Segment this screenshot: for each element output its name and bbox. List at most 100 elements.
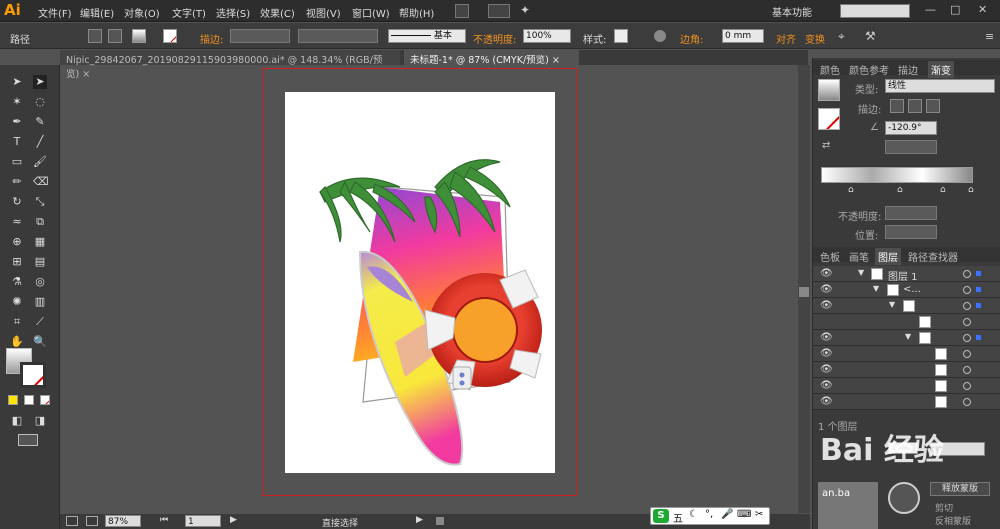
scale-tool-icon[interactable]: ⤡ (33, 195, 47, 209)
variable-width-profile[interactable] (298, 29, 378, 43)
group-name[interactable]: <... (903, 284, 921, 295)
workspace-switcher[interactable]: 基本功能 (772, 4, 812, 19)
magic-wand-icon[interactable]: ✶ (10, 95, 24, 109)
selection-indicator[interactable] (976, 303, 981, 308)
expand-arrow-icon[interactable]: ▼ (889, 300, 895, 309)
screen-mode-icon[interactable] (18, 434, 38, 446)
free-transform-icon[interactable]: ⧉ (33, 215, 47, 229)
first-artboard-icon[interactable]: ⏮ (160, 515, 168, 525)
ime-keyboard-icon[interactable]: ⌨ (737, 509, 751, 520)
menu-file[interactable]: 文件(F) (38, 5, 72, 20)
invert-mask-checkbox[interactable]: 反相蒙版 (935, 514, 971, 527)
tab-brushes[interactable]: 画笔 (846, 248, 872, 265)
minimize-icon[interactable]: — (925, 3, 936, 16)
stroke-label[interactable]: 描边: (200, 31, 223, 46)
line-tool-icon[interactable]: ╱ (33, 135, 47, 149)
layer-row[interactable]: 👁 (813, 346, 1000, 362)
pencil-tool-icon[interactable]: ✏ (10, 175, 24, 189)
corner-label[interactable]: 边角: (680, 31, 703, 46)
layer-row[interactable]: 👁 (813, 362, 1000, 378)
crosshair-icon[interactable]: ⌖ (838, 29, 845, 44)
menu-edit[interactable]: 编辑(E) (80, 5, 114, 20)
shape-builder-icon[interactable]: ⊕ (10, 235, 24, 249)
ime-logo-icon[interactable]: S (653, 509, 669, 523)
menu-help[interactable]: 帮助(H) (399, 5, 434, 20)
ime-moon-icon[interactable]: ☾ (689, 509, 698, 520)
reverse-gradient-icon[interactable]: ⇄ (822, 140, 830, 151)
zoom-tool-icon[interactable]: 🔍 (33, 335, 47, 349)
tab-swatches[interactable]: 色板 (817, 248, 843, 265)
pen-tool-icon[interactable]: ✒ (10, 115, 24, 129)
selection-tool-icon[interactable]: ➤ (10, 75, 24, 89)
expand-arrow-icon[interactable]: ▼ (905, 332, 911, 341)
artboard-tool-icon[interactable]: ⌗ (10, 315, 24, 329)
ime-punct-icon[interactable]: °, (705, 509, 713, 520)
curvature-tool-icon[interactable]: ✎ (33, 115, 47, 129)
gradient-tool-icon[interactable]: ▤ (33, 255, 47, 269)
tab-layers[interactable]: 图层 (875, 248, 901, 265)
sync-icon[interactable]: ✦ (520, 3, 530, 17)
layer-row[interactable] (813, 314, 1000, 330)
zoom-field[interactable]: 87% (105, 515, 141, 527)
stroke-within-icon[interactable] (890, 99, 904, 113)
gradient-stop-4[interactable]: ⌂ (968, 185, 974, 195)
align-label[interactable]: 对齐 (776, 31, 796, 46)
menu-type[interactable]: 文字(T) (172, 5, 206, 20)
tab-gradient[interactable]: 渐变 (928, 61, 954, 78)
transform-label[interactable]: 变换 (805, 31, 825, 46)
tab-color[interactable]: 颜色 (817, 61, 843, 78)
aspect-ratio-field[interactable] (885, 140, 937, 154)
gradient-type-select[interactable]: 线性 (885, 79, 995, 93)
expand-arrow-icon[interactable]: ▼ (858, 268, 864, 277)
menu-select[interactable]: 选择(S) (216, 5, 250, 20)
target-icon[interactable] (963, 366, 971, 374)
paintbrush-icon[interactable]: 🖌 (33, 155, 47, 169)
opacity-field[interactable]: 100% (523, 29, 571, 43)
layer-row[interactable]: 👁 (813, 394, 1000, 410)
tab-color-guide[interactable]: 颜色参考 (846, 61, 892, 78)
tab-stroke[interactable]: 描边 (895, 61, 921, 78)
status-scroll-left[interactable] (436, 517, 444, 525)
edit-path-icon[interactable] (88, 29, 102, 43)
warp-tool-icon[interactable]: ≈ (10, 215, 24, 229)
menu-window[interactable]: 窗口(W) (352, 5, 390, 20)
menu-effect[interactable]: 效果(C) (260, 5, 295, 20)
eye-icon[interactable]: 👁 (820, 268, 833, 279)
layer-row[interactable]: 👁 ▼ (813, 298, 1000, 314)
selection-indicator[interactable] (976, 335, 981, 340)
stroke-color-box[interactable] (20, 362, 46, 388)
target-icon[interactable] (963, 318, 971, 326)
clip-checkbox[interactable]: 剪切 (935, 501, 953, 514)
gradient-stop-3[interactable]: ⌂ (940, 185, 946, 195)
eye-icon[interactable]: 👁 (820, 364, 833, 375)
arrange-documents-icon[interactable] (488, 4, 510, 18)
release-mask-button[interactable]: 释放蒙版 (930, 482, 990, 496)
layer-name[interactable]: 图层 1 (888, 268, 918, 283)
target-icon[interactable] (963, 302, 971, 310)
graphic-style-swatch[interactable] (614, 29, 628, 43)
direct-selection-tool-icon[interactable]: ➤ (33, 75, 47, 89)
close-tab-icon[interactable]: × (552, 55, 560, 66)
gradient-preview-swatch[interactable] (818, 79, 840, 101)
export-icon[interactable] (86, 516, 98, 526)
layer-row[interactable]: 👁 (813, 378, 1000, 394)
gradient-stop-1[interactable]: ⌂ (848, 185, 854, 195)
eyedropper-icon[interactable]: ⚗ (10, 275, 24, 289)
hand-tool-icon[interactable]: ✋ (10, 335, 24, 349)
menu-object[interactable]: 对象(O) (124, 5, 160, 20)
gradient-stroke-swatch[interactable] (818, 108, 840, 130)
symbol-sprayer-icon[interactable]: ✺ (10, 295, 24, 309)
target-icon[interactable] (963, 350, 971, 358)
link-icon[interactable] (888, 482, 920, 514)
none-mode-icon[interactable] (40, 395, 50, 405)
next-artboard-icon[interactable]: ▶ (230, 515, 237, 525)
eye-icon[interactable]: 👁 (820, 380, 833, 391)
target-icon[interactable] (963, 382, 971, 390)
stroke-across-icon[interactable] (926, 99, 940, 113)
expand-arrow-icon[interactable]: ▼ (873, 284, 879, 293)
eye-icon[interactable]: 👁 (820, 396, 833, 407)
rotate-tool-icon[interactable]: ↻ (10, 195, 24, 209)
eraser-tool-icon[interactable]: ⌫ (33, 175, 49, 189)
layer-row[interactable]: 👁 ▼ (813, 330, 1000, 346)
bridge-icon[interactable] (455, 4, 469, 18)
